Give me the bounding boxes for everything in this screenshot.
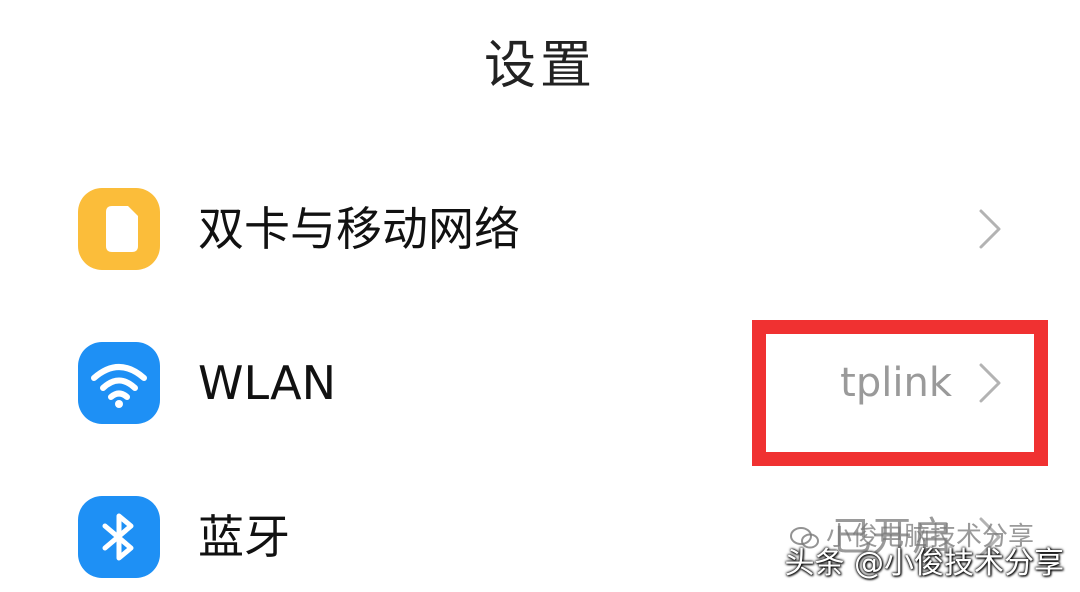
watermark-toutiao: 头条 @小俊技术分享 [784,546,1064,581]
settings-item-label: 双卡与移动网络 [198,202,520,256]
settings-item-dual-sim[interactable]: 双卡与移动网络 [0,174,1080,284]
chevron-right-icon [979,209,1001,249]
settings-item-label: 蓝牙 [198,510,290,564]
settings-item-label: WLAN [198,356,337,410]
wifi-icon [78,342,160,424]
bluetooth-icon [78,496,160,578]
highlight-box [752,320,1048,466]
page-title: 设置 [483,36,596,96]
sim-card-icon [78,188,160,270]
